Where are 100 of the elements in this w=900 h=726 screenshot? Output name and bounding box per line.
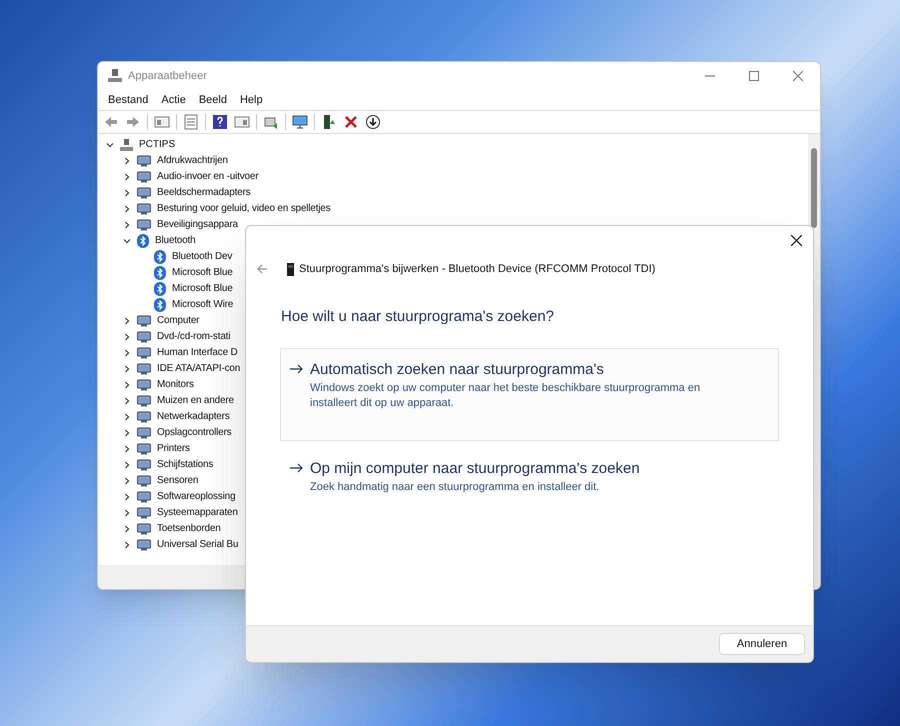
- bluetooth-icon: [154, 250, 166, 264]
- chevron-right-icon[interactable]: [123, 525, 131, 533]
- device-icon: [137, 379, 151, 391]
- menu-item[interactable]: Actie: [161, 92, 186, 108]
- option-link[interactable]: Op mijn computer naar stuurprogramma's zoeken Zoek handmatig naar een stuurprogramma en installeer dit.: [280, 446, 779, 540]
- device-icon: [137, 491, 151, 503]
- tree-item-label[interactable]: Microsoft Wire: [172, 300, 234, 310]
- device-icon: [137, 475, 151, 487]
- device-icon: [137, 219, 151, 231]
- tree-item-label[interactable]: Microsoft Blue: [172, 284, 233, 294]
- device-icon: [137, 459, 151, 471]
- device-icon: [137, 427, 151, 439]
- tree-item-label[interactable]: Universal Serial Bu: [157, 540, 238, 550]
- device-icon: [137, 155, 151, 167]
- computer-icon: [120, 138, 133, 152]
- cancel-button[interactable]: Annuleren: [719, 633, 805, 655]
- device-icon: [137, 315, 151, 327]
- monitor-icon[interactable]: [292, 114, 308, 130]
- tree-item-label[interactable]: Netwerkadapters: [157, 412, 230, 422]
- bluetooth-icon: [154, 282, 166, 296]
- back-arrow-icon[interactable]: [103, 114, 119, 130]
- download-icon[interactable]: [365, 114, 381, 130]
- bluetooth-icon: [137, 234, 149, 248]
- forward-arrow-icon[interactable]: [125, 114, 141, 130]
- chevron-down-icon[interactable]: [123, 237, 131, 245]
- device-icon: [137, 411, 151, 423]
- properties-icon[interactable]: [183, 114, 199, 130]
- tree-item-label[interactable]: Bluetooth Dev: [172, 252, 232, 262]
- help-icon[interactable]: [212, 114, 228, 130]
- tree-item-label[interactable]: Printers: [157, 444, 190, 454]
- maximize-icon: [749, 71, 759, 81]
- device-icon: [137, 443, 151, 455]
- tree-item-label[interactable]: Bluetooth: [155, 236, 196, 246]
- chevron-right-icon[interactable]: [123, 381, 131, 389]
- tree-item-label[interactable]: Toetsenborden: [157, 524, 221, 534]
- chevron-right-icon[interactable]: [123, 445, 131, 453]
- option-link[interactable]: Automatisch zoeken naar stuurprogramma's Windows zoekt op uw computer naar het beste beschikbare stuurprogramma en installeert dit op uw apparaat.: [280, 348, 779, 440]
- chevron-right-icon[interactable]: [123, 365, 131, 373]
- option-description: Zoek handmatig naar een stuurprogramma en installeer dit.: [310, 480, 600, 494]
- tree-item-label[interactable]: Muizen en andere: [157, 396, 234, 406]
- tree-item-label[interactable]: Monitors: [157, 380, 194, 390]
- panel-icon[interactable]: [234, 114, 250, 130]
- device-icon: [137, 395, 151, 407]
- chevron-right-icon[interactable]: [123, 205, 131, 213]
- chevron-right-icon[interactable]: [123, 221, 131, 229]
- option-description: Windows zoekt op uw computer naar het beste beschikbare stuurprogramma en installeert dit op uw apparaat.: [310, 380, 702, 410]
- option-title: Op mijn computer naar stuurprogramma's zoeken: [310, 458, 641, 478]
- close-button[interactable]: [789, 233, 803, 247]
- device-icon: [137, 203, 151, 215]
- chevron-right-icon[interactable]: [123, 317, 131, 325]
- chevron-right-icon[interactable]: [123, 509, 131, 517]
- tree-item-label[interactable]: IDE ATA/ATAPI-con: [157, 364, 240, 374]
- tree-item-label[interactable]: Schijfstations: [157, 460, 214, 470]
- back-button[interactable]: [256, 263, 268, 275]
- chevron-right-icon[interactable]: [123, 333, 131, 341]
- window-title: Apparaatbeheer: [128, 68, 207, 84]
- option-title: Automatisch zoeken naar stuurprogramma's: [310, 360, 605, 380]
- tree-item-label[interactable]: PCTIPS: [139, 140, 176, 150]
- menu-item[interactable]: Beeld: [198, 92, 227, 108]
- bluetooth-icon: [154, 266, 166, 280]
- tree-item-label[interactable]: Human Interface D: [157, 348, 238, 358]
- device-icon: [137, 187, 151, 199]
- panel-icon[interactable]: [154, 114, 170, 130]
- arrow-right-icon: [290, 364, 304, 374]
- chevron-right-icon[interactable]: [123, 173, 131, 181]
- tree-item-label[interactable]: Besturing voor geluid, video en spelletjes: [157, 204, 330, 214]
- tree-item-label[interactable]: Systeemapparaten: [157, 508, 238, 518]
- tree-item-label[interactable]: Softwareoplossing: [157, 492, 236, 502]
- chevron-right-icon[interactable]: [123, 541, 131, 549]
- device-icon: [137, 171, 151, 183]
- tree-item-label[interactable]: Beeldschermadapters: [157, 188, 250, 198]
- tree-item-label[interactable]: Microsoft Blue: [172, 268, 233, 278]
- menu-item[interactable]: Help: [240, 92, 263, 108]
- chevron-right-icon[interactable]: [123, 189, 131, 197]
- device-icon: [137, 539, 151, 551]
- app-icon: [108, 69, 122, 83]
- device-icon: [137, 363, 151, 375]
- device-icon: [137, 331, 151, 343]
- tree-item-label[interactable]: Beveiligingsappara: [157, 220, 238, 230]
- chevron-down-icon[interactable]: [106, 141, 114, 149]
- tree-item-label[interactable]: Opslagcontrollers: [157, 428, 232, 438]
- delete-icon[interactable]: [343, 114, 359, 130]
- chevron-right-icon[interactable]: [123, 397, 131, 405]
- chevron-right-icon[interactable]: [123, 429, 131, 437]
- tree-item-label[interactable]: Audio-invoer en -uitvoer: [157, 172, 258, 182]
- chevron-right-icon[interactable]: [123, 349, 131, 357]
- chevron-right-icon[interactable]: [123, 157, 131, 165]
- tree-item-label[interactable]: Computer: [157, 316, 200, 326]
- device-icon: [137, 347, 151, 359]
- chevron-right-icon[interactable]: [123, 413, 131, 421]
- close-icon: [793, 71, 803, 81]
- device-icon: [137, 523, 151, 535]
- menu-item[interactable]: Bestand: [108, 92, 148, 108]
- chevron-right-icon[interactable]: [123, 477, 131, 485]
- tree-item-label[interactable]: Afdrukwachtrijen: [157, 156, 228, 166]
- tree-item-label[interactable]: Dvd-/cd-rom-stati: [157, 332, 230, 342]
- tree-item-label[interactable]: Sensoren: [157, 476, 198, 486]
- chevron-right-icon[interactable]: [123, 493, 131, 501]
- bluetooth-icon: [154, 298, 166, 312]
- chevron-right-icon[interactable]: [123, 461, 131, 469]
